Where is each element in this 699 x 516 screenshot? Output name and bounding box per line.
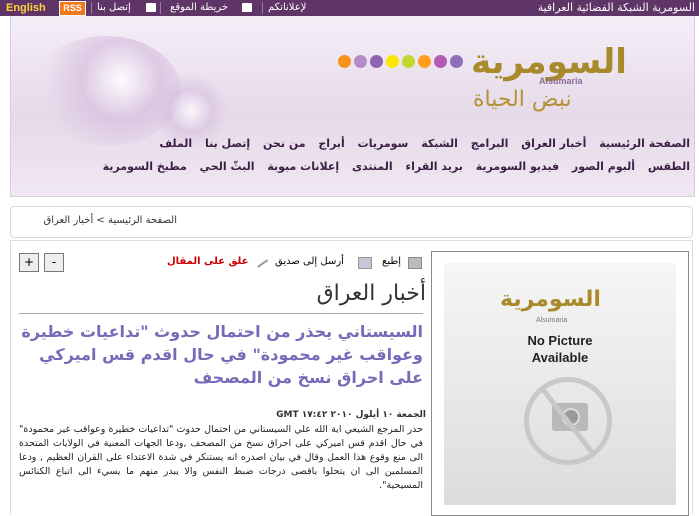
site-logo-latin: Alsumaria [539,76,583,86]
breadcrumb-path: الصفحة الرئيسية > أخبار العراق [43,215,177,226]
divider [91,2,92,14]
no-picture-line2: Available [531,350,589,365]
nav-item-sumariyat[interactable]: سومريات [358,137,409,150]
font-increase-button[interactable]: + [19,253,39,272]
article-headline: السيستاني يحذر من احتمال حدوث "تداعيات خ… [21,322,423,387]
nav-item-horoscope[interactable]: أبراج [318,137,344,150]
nav-item-photo-album[interactable]: ألبوم الصور [572,160,635,173]
rss-icon[interactable]: RSS [59,1,86,16]
article-tools: + - علق على المقال أرسل إلى صديق إطبع [19,253,423,273]
nav-item-forum[interactable]: المنتدى [352,160,393,173]
no-picture-line1: No Picture [527,333,593,348]
nav-item-file[interactable]: الملف [159,137,192,150]
ads-link[interactable]: لإعلاناتكم [268,0,306,16]
breadcrumb-home[interactable]: الصفحة الرئيسية [108,215,177,226]
top-bar: English RSS إتصل بنا خريطة الموقع لإعلان… [0,0,699,16]
nav-item-video[interactable]: فيديو السومرية [476,160,559,173]
nav-item-kitchen[interactable]: مطبخ السومرية [103,160,187,173]
envelope-icon [358,257,372,269]
font-decrease-button[interactable]: - [44,253,64,272]
pencil-icon [253,254,269,268]
breadcrumb: الصفحة الرئيسية > أخبار العراق [10,206,693,238]
english-link[interactable]: English [2,0,50,16]
nav-item-live[interactable]: البثّ الحي [200,160,255,173]
photo-logo: السومرية [500,287,601,312]
color-dot [434,55,447,68]
home-icon [146,3,156,12]
comment-link[interactable]: علق على المقال [167,256,248,267]
divider [262,2,263,14]
nav-item-contact[interactable]: إتصل بنا [205,137,250,150]
sitemap-icon [242,3,252,12]
color-dot [418,55,431,68]
site-name[interactable]: السومرية الشبكة الفضائية العراقية [538,0,695,16]
color-dot [402,55,415,68]
nav-item-weather[interactable]: الطقس [648,160,690,173]
color-dot [386,55,399,68]
send-to-friend-link[interactable]: أرسل إلى صديق [275,256,344,267]
secondary-nav: الطقس ألبوم الصور فيديو السومرية بريد ال… [94,160,690,173]
nav-item-readers-mail[interactable]: بريد القراء [406,160,463,173]
no-picture-placeholder: السومرية Alsumaria No Picture Available [444,263,676,505]
color-dot [450,55,463,68]
breadcrumb-current: أخبار العراق [43,215,94,226]
article-photo: السومرية Alsumaria No Picture Available [431,251,689,516]
nav-item-about[interactable]: من نحن [263,137,306,150]
dandelion-decoration [151,76,231,146]
nav-item-network[interactable]: الشبكة [421,137,458,150]
article-date: الجمعة ١٠ أيلول ٢٠١٠ ١٧:٤٢ GMT [276,410,426,420]
printer-icon [408,257,422,269]
color-dot [370,55,383,68]
article-body: حذر المرجع الشيعي اية الله علي السيستاني… [19,424,423,491]
site-header: السومرية Alsumaria نبض الحياة الصفحة الر… [10,16,695,197]
contact-link[interactable]: إتصل بنا [97,0,131,16]
section-title: أخبار العراق [316,281,426,306]
divider [19,313,423,314]
breadcrumb-separator: > [96,215,105,226]
color-dot [338,55,351,68]
divider [160,2,161,14]
nav-item-programs[interactable]: البرامج [471,137,509,150]
main-nav: الصفحة الرئيسية أخبار العراق البرامج الش… [150,137,690,150]
nav-item-home[interactable]: الصفحة الرئيسية [599,137,690,150]
color-dot [354,55,367,68]
main-content: السومرية Alsumaria No Picture Available … [10,240,693,516]
site-slogan: نبض الحياة [473,87,572,112]
nav-item-classifieds[interactable]: إعلانات مبوبة [267,160,339,173]
photo-logo-latin: Alsumaria [536,317,568,324]
sitemap-link[interactable]: خريطة الموقع [170,0,228,16]
print-link[interactable]: إطبع [382,256,401,267]
nav-item-iraq-news[interactable]: أخبار العراق [521,137,586,150]
